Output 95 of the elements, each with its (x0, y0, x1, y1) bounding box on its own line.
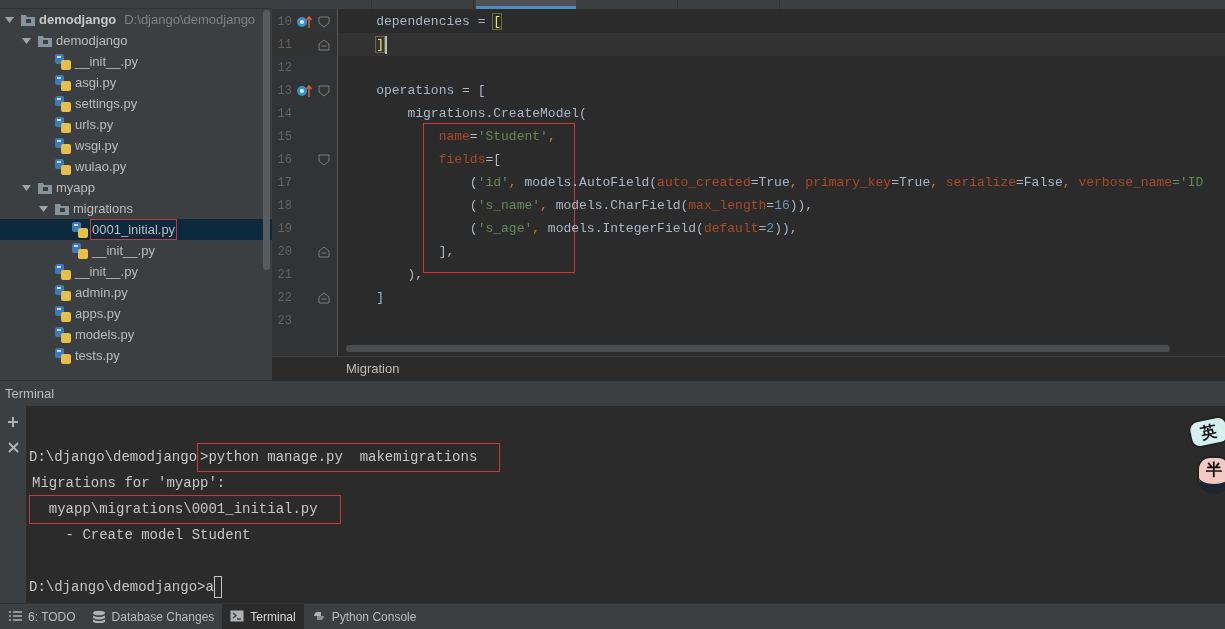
expanded-arrow-icon[interactable] (5, 15, 14, 24)
folder-icon (38, 181, 52, 194)
tree-item[interactable]: 0001_initial.py (0, 219, 272, 240)
tree-item[interactable]: __init__.py (0, 51, 272, 72)
database-icon (91, 610, 106, 623)
tree-item[interactable]: __init__.py (0, 261, 272, 282)
tree-item[interactable]: models.py (0, 324, 272, 345)
tree-label: demodjango (55, 31, 129, 50)
tree-item[interactable]: asgi.py (0, 72, 272, 93)
python-file-icon (55, 158, 71, 175)
tree-label: models.py (74, 325, 136, 344)
tree-label: wsgi.py (74, 136, 120, 155)
horizontal-scrollbar[interactable] (346, 345, 1170, 352)
fold-marker-icon[interactable] (318, 245, 330, 258)
output-text: myapp\migrations\0001_initial.py (29, 494, 341, 524)
fold-marker-icon[interactable] (318, 291, 330, 304)
tree-item[interactable]: myapp (0, 177, 272, 198)
panel-title: Terminal (5, 384, 55, 403)
python-file-icon (55, 74, 71, 91)
tree-label: urls.py (74, 115, 115, 134)
terminal-icon (230, 610, 245, 623)
code-line: operations = [ (375, 81, 486, 100)
tree-label: wulao.py (74, 157, 128, 176)
tree-item[interactable]: demodjango (0, 30, 272, 51)
scrollbar-thumb[interactable] (263, 10, 270, 270)
input-text: a (205, 577, 214, 597)
tree-label: __init__.py (73, 262, 139, 281)
tool-window-tab[interactable]: Database Changes (83, 604, 223, 629)
add-icon[interactable] (7, 416, 19, 428)
code-line: ] (375, 35, 385, 54)
expanded-arrow-icon[interactable] (39, 204, 48, 213)
close-icon[interactable] (7, 442, 19, 453)
code-line: name='Student', (437, 127, 556, 146)
tree-label: asgi.py (74, 73, 118, 92)
output-text: - Create model Student (64, 525, 252, 545)
folder-icon (21, 13, 35, 26)
folder-icon (38, 34, 52, 47)
python-file-icon (55, 53, 71, 70)
tree-label: admin.py (74, 283, 129, 302)
tree-item[interactable]: wsgi.py (0, 135, 272, 156)
folder-icon (55, 202, 69, 215)
code-line: ], (437, 242, 455, 261)
tree-label: myapp (55, 178, 97, 197)
python-file-icon (55, 305, 71, 322)
tool-window-tab[interactable]: Python Console (303, 604, 425, 629)
prompt-text: D:\django\demodjango (29, 447, 198, 467)
python-file-icon (72, 221, 88, 238)
tree-item[interactable]: tests.py (0, 345, 272, 366)
tree-label: apps.py (74, 304, 122, 323)
editor-tab[interactable] (476, 0, 576, 9)
fold-marker-icon[interactable] (318, 38, 330, 51)
python-file-icon (72, 242, 88, 259)
python-file-icon (55, 284, 71, 301)
prompt-text: D:\django\demodjango> (29, 577, 206, 597)
tree-label: 0001_initial.py (90, 218, 178, 241)
code-line: fields=[ (437, 150, 502, 169)
python-file-icon (55, 263, 71, 280)
code-line: dependencies = [ (375, 12, 502, 31)
python-file-icon (55, 137, 71, 154)
tree-label: __init__.py (73, 52, 139, 71)
python-file-icon (55, 116, 71, 133)
tree-label: tests.py (74, 346, 121, 365)
ime-width-badge: 半 (1197, 456, 1225, 494)
tool-window-tab[interactable]: 6: TODO (0, 604, 84, 629)
tree-item[interactable]: admin.py (0, 282, 272, 303)
tree-label: __init__.py (90, 241, 156, 260)
tree-label: demodjango (38, 10, 118, 29)
code-line: ] (375, 288, 385, 307)
expanded-arrow-icon[interactable] (22, 183, 31, 192)
text-cursor (213, 576, 222, 598)
python-file-icon (55, 326, 71, 343)
tree-item[interactable]: wulao.py (0, 156, 272, 177)
tree-label: settings.py (74, 94, 139, 113)
fold-marker-icon[interactable] (318, 153, 330, 166)
tree-label: migrations (72, 199, 134, 218)
fold-marker-icon[interactable] (318, 15, 330, 28)
breadcrumb: Migration (346, 359, 400, 378)
output-text: Migrations for 'myapp': (31, 473, 227, 493)
python-file-icon (55, 347, 71, 364)
expanded-arrow-icon[interactable] (22, 36, 31, 45)
tree-item[interactable]: __init__.py (0, 240, 272, 261)
tree-item[interactable]: migrations (0, 198, 272, 219)
text-cursor (385, 35, 388, 54)
tree-item[interactable]: apps.py (0, 303, 272, 324)
code-line: migrations.CreateModel( (406, 104, 587, 123)
tree-item[interactable]: settings.py (0, 93, 272, 114)
tool-window-tab[interactable]: Terminal (222, 604, 304, 629)
tree-item[interactable]: demodjango D:\django\demodjango (0, 9, 272, 30)
code-line: ), (406, 265, 424, 284)
command-text: >python manage.py makemigrations (197, 442, 501, 472)
python-file-icon (55, 95, 71, 112)
tree-item[interactable]: urls.py (0, 114, 272, 135)
fold-marker-icon[interactable] (318, 84, 330, 97)
path-text: D:\django\demodjango (124, 10, 256, 29)
list-icon (8, 610, 22, 623)
